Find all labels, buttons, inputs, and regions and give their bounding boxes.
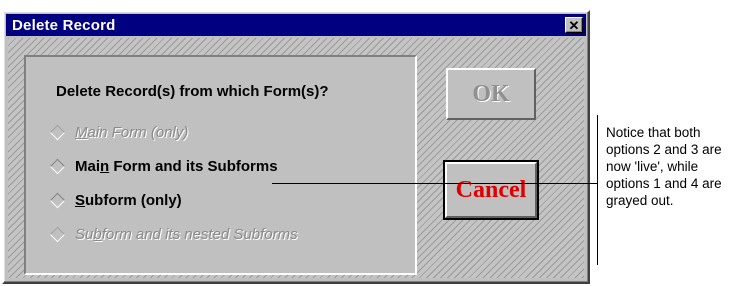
option-subform-and-nested-subforms[interactable]: Subform and its nested Subforms [49,223,298,245]
dialog-body: Delete Record(s) from which Form(s)? Mai… [8,38,584,278]
group-title: Delete Record(s) from which Form(s)? [56,83,329,100]
close-icon: ✕ [568,17,580,33]
radio-diamond-icon [49,192,66,208]
cancel-label: Cancel [455,176,527,203]
delete-options-group: Delete Record(s) from which Form(s)? Mai… [24,55,417,275]
option-main-form-only[interactable]: Main Form (only) [49,121,189,143]
cancel-button[interactable]: Cancel [443,160,539,220]
callout-leader-line [272,183,598,184]
option-subform-only[interactable]: Subform (only) [49,189,182,211]
radio-diamond-icon [49,226,66,242]
ok-label: OK [472,80,510,107]
option-main-form-and-subforms[interactable]: Main Form and its Subforms [49,155,278,177]
radio-diamond-icon [49,124,66,140]
title-bar[interactable]: Delete Record ✕ [6,14,586,36]
option-label: Main Form and its Subforms [75,157,278,175]
option-label: Subform (only) [75,191,182,209]
close-button[interactable]: ✕ [565,17,583,33]
annotation-note: Notice that both options 2 and 3 are now… [606,125,722,208]
option-label: Subform and its nested Subforms [75,225,298,243]
ok-button[interactable]: OK [446,68,536,120]
option-label: Main Form (only) [75,123,189,141]
radio-diamond-icon [49,158,66,174]
callout-bracket-line [597,115,598,265]
dialog-title: Delete Record [12,16,116,34]
delete-record-dialog: Delete Record ✕ Delete Record(s) from wh… [2,10,590,284]
cancel-button-face: Cancel [445,162,537,218]
